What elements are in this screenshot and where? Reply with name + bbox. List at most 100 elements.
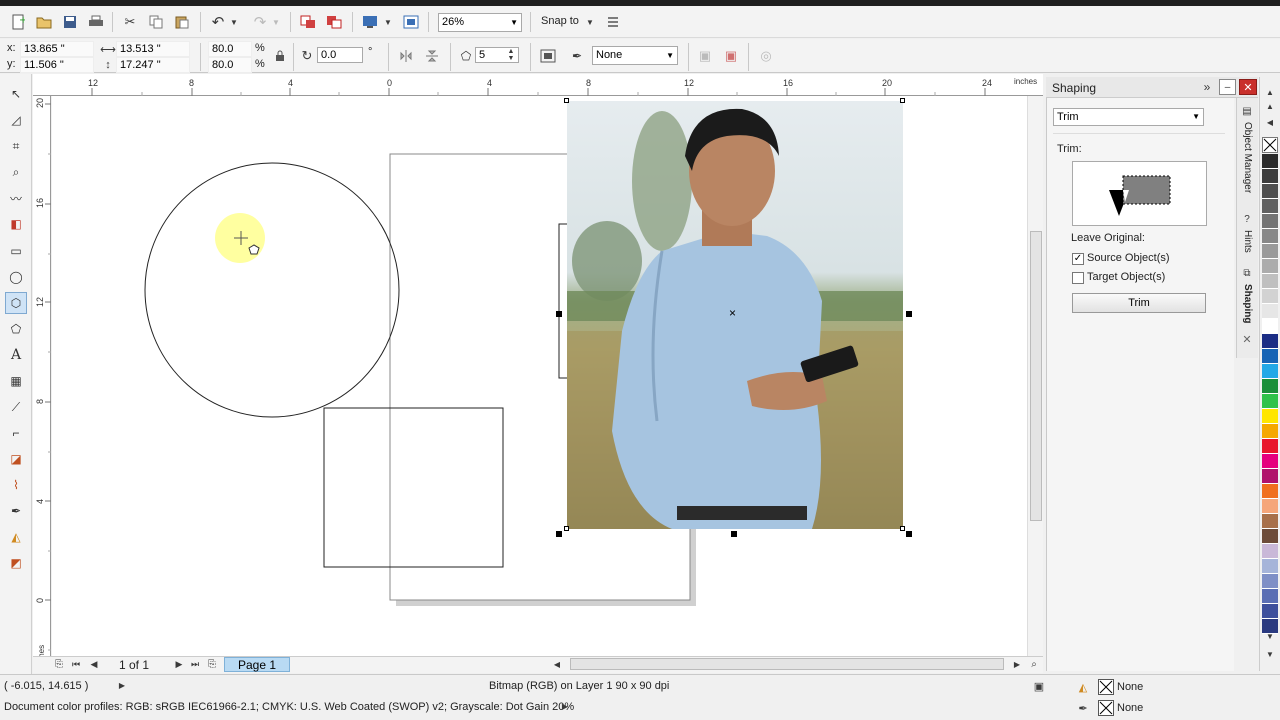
connector-tool-icon[interactable]: ⌐ <box>5 422 27 444</box>
color-swatch[interactable] <box>1262 184 1278 199</box>
color-swatch[interactable] <box>1262 334 1278 349</box>
options-icon[interactable] <box>603 12 623 32</box>
color-swatch[interactable] <box>1262 559 1278 574</box>
target-object-checkbox[interactable] <box>1072 272 1084 284</box>
publish-dropdown-icon[interactable]: ▼ <box>383 12 393 32</box>
save-icon[interactable] <box>60 12 80 32</box>
next-page-icon[interactable]: ▶ <box>172 656 186 672</box>
color-swatch[interactable] <box>1262 499 1278 514</box>
color-swatch[interactable] <box>1262 379 1278 394</box>
palette-scroll-up-icon[interactable]: ▲ <box>1262 100 1278 112</box>
text-tool-icon[interactable]: A <box>5 344 27 366</box>
color-swatch[interactable] <box>1262 544 1278 559</box>
copy-icon[interactable] <box>146 12 166 32</box>
import-icon[interactable] <box>298 12 318 32</box>
selection-handle[interactable] <box>556 531 562 537</box>
color-swatch[interactable] <box>1262 319 1278 334</box>
selection-corner-handle[interactable] <box>900 526 905 531</box>
selection-handle[interactable] <box>556 311 562 317</box>
new-icon[interactable]: + <box>8 12 28 32</box>
color-swatch[interactable] <box>1262 259 1278 274</box>
scale-x-field[interactable]: 80.0 <box>208 41 252 57</box>
print-icon[interactable] <box>86 12 106 32</box>
blend-tool-icon[interactable]: ◪ <box>5 448 27 470</box>
color-swatch[interactable] <box>1262 409 1278 424</box>
scroll-right-icon[interactable]: ▶ <box>1010 656 1024 672</box>
minimize-docker-icon[interactable]: – <box>1219 79 1236 95</box>
shaping-tab-icon[interactable]: ⧉ <box>1238 264 1256 282</box>
table-tool-icon[interactable]: ▦ <box>5 370 27 392</box>
source-object-checkbox[interactable]: ✓ <box>1072 253 1084 265</box>
expand-docker-icon[interactable]: » <box>1199 78 1215 96</box>
drawing-canvas[interactable]: × <box>52 96 1027 656</box>
paste-icon[interactable] <box>172 12 192 32</box>
fill-tool-icon[interactable]: ◭ <box>5 526 27 548</box>
color-swatch[interactable] <box>1262 604 1278 619</box>
color-swatch[interactable] <box>1262 484 1278 499</box>
object-manager-tab[interactable]: Object Manager <box>1242 122 1253 193</box>
snap-dropdown-icon[interactable]: ▼ <box>585 12 595 32</box>
shape-tool-icon[interactable]: ◿ <box>5 109 27 131</box>
app-launcher-icon[interactable] <box>401 12 421 32</box>
rectangle-tool-icon[interactable]: ▭ <box>5 240 27 262</box>
convert-to-curves-icon[interactable]: ◎ <box>756 46 776 66</box>
selection-handle[interactable] <box>731 531 737 537</box>
redo-dropdown-icon[interactable]: ▼ <box>271 12 281 32</box>
selection-corner-handle[interactable] <box>900 98 905 103</box>
scroll-left-icon[interactable]: ◀ <box>550 656 564 672</box>
color-swatch[interactable] <box>1262 154 1278 169</box>
color-swatch[interactable] <box>1262 424 1278 439</box>
selection-corner-handle[interactable] <box>564 98 569 103</box>
color-swatch[interactable] <box>1262 589 1278 604</box>
palette-expand-icon[interactable]: ▼ <box>1262 648 1278 660</box>
color-swatch[interactable] <box>1262 439 1278 454</box>
ellipse-tool-icon[interactable]: ◯ <box>5 266 27 288</box>
export-icon[interactable] <box>324 12 344 32</box>
trim-button[interactable]: Trim <box>1072 293 1206 313</box>
dimension-tool-icon[interactable]: ⟋ <box>5 396 27 418</box>
freehand-tool-icon[interactable]: 〰 <box>5 187 27 209</box>
fill-indicator-icon[interactable]: ◭ <box>1074 678 1092 696</box>
color-swatch[interactable] <box>1262 574 1278 589</box>
smart-fill-icon[interactable]: ◧ <box>5 213 27 235</box>
color-swatch[interactable] <box>1262 289 1278 304</box>
redo-icon[interactable]: ↷ <box>250 12 270 32</box>
x-position-field[interactable]: 13.865 " <box>20 41 94 57</box>
color-swatch[interactable] <box>1262 244 1278 259</box>
pick-tool-icon[interactable]: ↖ <box>5 83 27 105</box>
selection-corner-handle[interactable] <box>564 526 569 531</box>
selection-handle[interactable] <box>906 531 912 537</box>
shaping-tab[interactable]: Shaping <box>1242 284 1253 323</box>
mirror-vertical-icon[interactable] <box>422 46 442 66</box>
vertical-ruler[interactable] <box>33 96 51 671</box>
shaping-mode-select[interactable]: Trim ▼ <box>1053 108 1204 126</box>
profiles-expand-icon[interactable]: ▶ <box>559 698 571 714</box>
y-position-field[interactable]: 11.506 " <box>20 57 94 73</box>
color-swatch[interactable] <box>1262 454 1278 469</box>
palette-scroll-up-icon[interactable]: ▲ <box>1262 86 1278 98</box>
close-tab-icon[interactable]: ✕ <box>1238 330 1256 348</box>
scale-y-field[interactable]: 80.0 <box>208 57 252 73</box>
publish-icon[interactable] <box>360 12 380 32</box>
to-front-icon[interactable]: ▣ <box>695 46 715 66</box>
coords-expand-icon[interactable]: ▶ <box>116 677 128 693</box>
color-swatch[interactable] <box>1262 274 1278 289</box>
page-tab[interactable]: Page 1 <box>224 657 290 672</box>
outline-width-select[interactable]: None ▼ <box>592 46 678 65</box>
color-swatch[interactable] <box>1262 514 1278 529</box>
scrollbar-thumb[interactable] <box>1030 231 1042 521</box>
width-field[interactable]: 13.513 " <box>116 41 190 57</box>
eyedropper-tool-icon[interactable]: ⌇ <box>5 474 27 496</box>
polygon-tool-icon[interactable]: ⬡ <box>5 292 27 314</box>
lock-ratio-icon[interactable] <box>272 46 288 66</box>
zoom-level-select[interactable]: 26% ▼ <box>438 13 522 32</box>
wrap-text-icon[interactable] <box>538 46 558 66</box>
color-swatch[interactable] <box>1262 229 1278 244</box>
palette-flyout-icon[interactable]: ◀ <box>1262 116 1278 128</box>
object-manager-tab-icon[interactable]: ▤ <box>1238 102 1256 120</box>
to-back-icon[interactable]: ▣ <box>721 46 741 66</box>
open-icon[interactable] <box>34 12 54 32</box>
zoom-navigator-icon[interactable]: ⌕ <box>1026 656 1042 672</box>
hints-tab[interactable]: Hints <box>1242 230 1253 253</box>
color-swatch[interactable] <box>1262 529 1278 544</box>
